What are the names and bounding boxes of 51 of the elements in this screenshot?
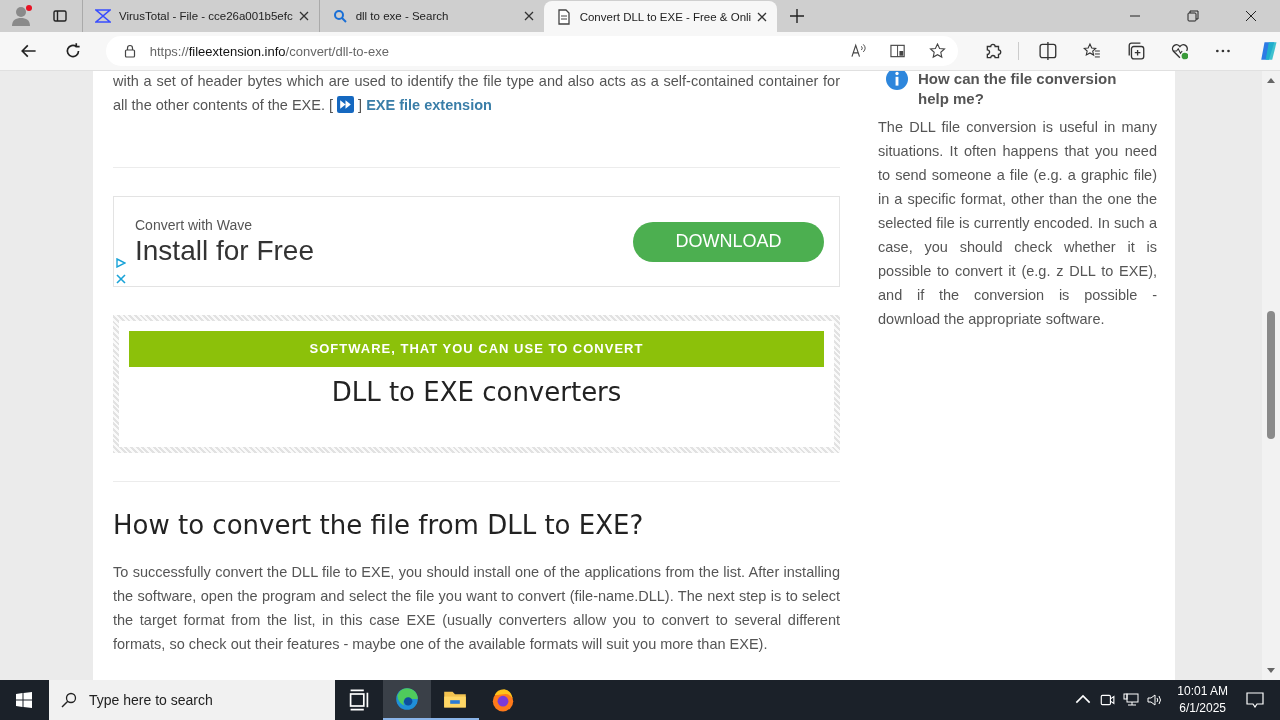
task-view-icon (347, 688, 371, 712)
lock-icon (123, 44, 136, 58)
intro-paragraph: with a set of header bytes which are used to identify the file type and also acts as a self-contained container for all the other contents of the EXE. [ ] EXE file extension (113, 72, 840, 115)
scrollbar-thumb[interactable] (1267, 311, 1275, 439)
camera-icon[interactable] (1099, 692, 1116, 708)
new-tab-icon[interactable] (789, 8, 806, 24)
search-icon (61, 692, 77, 708)
taskbar-search-field[interactable]: Type here to search (49, 680, 335, 720)
puzzle-icon[interactable] (984, 42, 1003, 60)
page-icon (555, 9, 572, 25)
close-icon[interactable] (757, 12, 768, 22)
tab-actions-icon[interactable] (52, 8, 68, 24)
edge-icon (395, 687, 419, 711)
clock-date: 6/1/2025 (1179, 700, 1226, 717)
scroll-up-icon[interactable] (1267, 77, 1275, 83)
ad-choices-icon[interactable] (116, 258, 126, 268)
notifications-icon[interactable] (1246, 692, 1264, 708)
search-icon (331, 8, 348, 24)
read-aloud-icon[interactable] (851, 43, 869, 59)
sigma-icon (95, 8, 111, 24)
ad-headline: Install for Free (135, 234, 315, 267)
section-heading: How to convert the file from DLL to EXE? (113, 510, 645, 540)
sidebar-paragraph: The DLL file conversion is useful in many situations. It often happens that you need to send someone a file (e.g. a graphic file) in a specific format, other than the one the selected file is currently encoded. In such a case, you should check whether it is possible to convert it (e.g. z DLL to EXE), and if the conversion is possible - download the appropriate software. (878, 118, 1157, 329)
windows-icon[interactable] (16, 692, 32, 708)
star-icon[interactable] (929, 43, 947, 59)
close-icon[interactable] (298, 11, 309, 21)
software-banner: SOFTWARE, THAT YOU CAN USE TO CONVERT (129, 331, 824, 367)
network-icon[interactable] (1123, 692, 1140, 708)
firefox-icon (491, 688, 515, 712)
file-extension-link[interactable]: EXE file extension (366, 97, 492, 113)
section-paragraph: To successfully convert the DLL file to EXE, you should install one of the applications from the list. After installing the software, open the program and select the file you want to convert (file-name.DLL). The next step is to select the target format from the list, in this case EXE (usually converters allow you to convert to several different formats, so check out their features - maybe one of the available formats will suit you more than EXE). (113, 563, 840, 654)
forward-icon (337, 96, 355, 113)
heart-pulse-icon[interactable] (1170, 42, 1189, 60)
reader-icon[interactable] (890, 43, 908, 59)
close-icon[interactable] (1245, 10, 1257, 22)
close-icon[interactable] (523, 11, 534, 21)
collections-icon[interactable] (1126, 42, 1145, 60)
profile-icon[interactable] (10, 4, 34, 28)
restore-icon[interactable] (1187, 10, 1199, 22)
split-screen-icon[interactable] (1039, 42, 1057, 60)
favorites-icon[interactable] (1082, 42, 1101, 60)
clock-time: 10:01 AM (1177, 683, 1228, 700)
back-icon[interactable] (20, 42, 38, 60)
converters-title: DLL to EXE converters (330, 377, 623, 407)
scroll-down-icon[interactable] (1267, 668, 1275, 674)
scrollbar[interactable] (1262, 71, 1280, 680)
sidebar-heading: How can the file conversion help me? (918, 71, 1118, 109)
volume-icon[interactable] (1147, 692, 1164, 708)
browser-tab[interactable]: Convert DLL to EXE - Free & Onli (543, 1, 778, 33)
address-field[interactable]: https://fileextension.info/convert/dll-to-exe (105, 36, 959, 66)
ad-caption: Convert with Wave (135, 216, 253, 233)
